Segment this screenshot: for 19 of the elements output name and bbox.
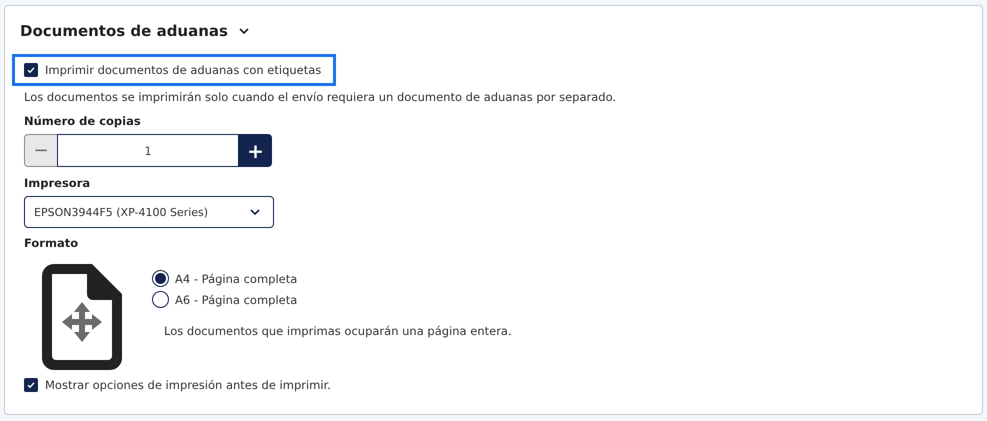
increment-button[interactable]: + [239,134,272,167]
printer-select[interactable]: EPSON3944F5 (XP-4100 Series) [24,196,274,228]
format-radio[interactable]: A6 - Página completa [152,291,298,308]
decrement-button[interactable]: − [24,134,57,167]
format-note: Los documentos que imprimas ocuparán una página entera. [163,324,512,338]
check-icon [26,65,36,75]
radio-dot[interactable] [152,291,169,308]
copies-field[interactable]: 1 [57,134,239,167]
document-move-icon [40,262,124,372]
printer-label: Impresora [23,176,92,190]
section-title: Documentos de aduanas [20,22,228,40]
copies-label: Número de copias [23,114,142,128]
labels-checkbox[interactable]: Imprimir documentos de aduanas con etiquetas [12,54,336,86]
format-radio[interactable]: A4 - Página completa [152,270,298,287]
check-icon [26,380,36,390]
radio-dot[interactable] [152,270,169,287]
show-options-checkbox[interactable]: Mostrar opciones de impresión antes de imprimir. [12,378,331,392]
format-label: Formato [23,236,80,250]
description-text: Los documentos se imprimirán solo cuando el envío requiera un documento de aduanas por separado. [23,90,618,104]
